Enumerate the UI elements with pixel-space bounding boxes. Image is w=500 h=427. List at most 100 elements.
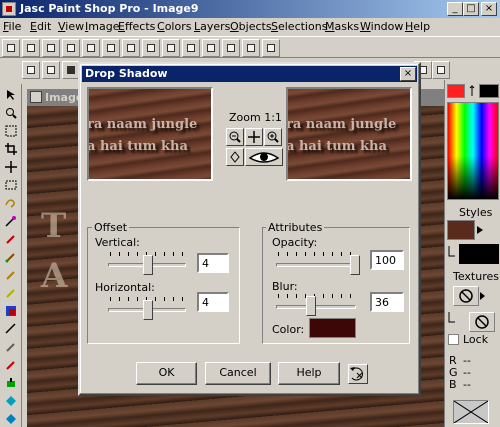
magic-wand-tool-icon[interactable]	[2, 212, 20, 229]
crop-tool-icon[interactable]	[2, 140, 20, 157]
clone-brush-tool-icon[interactable]	[2, 266, 20, 283]
texture-none-button[interactable]	[453, 286, 479, 306]
flood-fill-tool-icon[interactable]	[2, 392, 20, 409]
toolbar-grid-icon[interactable]	[262, 39, 280, 57]
shadow-color-swatch[interactable]	[309, 318, 356, 338]
toolbar-tablet-icon[interactable]	[202, 39, 220, 57]
result-preview[interactable]: ra naam jungle a hai tum kha	[286, 87, 412, 181]
airbrush-tool-icon[interactable]	[2, 374, 20, 391]
menu-image[interactable]: Image	[85, 20, 119, 33]
background-style-swatch[interactable]	[459, 244, 499, 264]
arrow-tool-icon[interactable]	[2, 86, 20, 103]
canvas-text-line-1: T	[41, 206, 67, 246]
source-preview-line-1: ra naam jungle	[87, 117, 198, 132]
close-button[interactable]: ×	[481, 2, 497, 16]
pan-icon[interactable]	[245, 128, 263, 146]
menu-file[interactable]: File	[3, 20, 21, 33]
toolbar-record-icon[interactable]	[222, 39, 240, 57]
toolbar-palette-icon[interactable]	[2, 39, 20, 57]
dialog-close-button[interactable]: ×	[400, 67, 416, 81]
toolbar-trash-icon[interactable]	[22, 39, 40, 57]
background-swatch[interactable]	[479, 84, 499, 98]
toolbar-extra-icon-2[interactable]	[432, 61, 450, 79]
color-label: Color:	[272, 323, 305, 336]
toolbar-script-icon[interactable]	[142, 39, 160, 57]
toolbar-layers-icon[interactable]	[42, 39, 60, 57]
style-swatch[interactable]	[447, 220, 475, 240]
source-preview[interactable]: ra naam jungle a hai tum kha	[87, 87, 213, 181]
menu-edit[interactable]: Edit	[30, 20, 51, 33]
toolbar-tool-options-icon[interactable]	[102, 39, 120, 57]
vertical-field[interactable]: 4	[197, 253, 229, 273]
color-picker[interactable]	[447, 102, 499, 200]
lock-checkbox[interactable]	[448, 334, 459, 345]
open-file-icon[interactable]	[42, 61, 60, 79]
app-titlebar: Jasc Paint Shop Pro - Image9 _ □ ×	[0, 0, 500, 18]
texture-dropdown-icon[interactable]	[479, 290, 487, 302]
blur-slider-thumb[interactable]	[306, 296, 316, 316]
horizontal-slider-thumb[interactable]	[143, 300, 153, 320]
picture-tube-tool-icon[interactable]	[2, 356, 20, 373]
menu-window[interactable]: Window	[360, 20, 403, 33]
lock-label: Lock	[463, 333, 489, 346]
new-file-icon[interactable]	[22, 61, 40, 79]
selection-tool-icon[interactable]	[2, 176, 20, 193]
zoom-out-icon[interactable]	[226, 128, 244, 146]
opacity-field[interactable]: 100	[370, 250, 404, 270]
mover-tool-icon[interactable]	[2, 158, 20, 175]
zoom-tool-icon[interactable]	[2, 104, 20, 121]
blur-field[interactable]: 36	[370, 292, 404, 312]
zoom-in-icon[interactable]	[264, 128, 282, 146]
toolbar-browse-icon[interactable]	[162, 39, 180, 57]
background-texture-none-button[interactable]	[469, 312, 495, 332]
help-button[interactable]: Help	[278, 362, 340, 385]
cancel-button[interactable]: Cancel	[205, 362, 271, 385]
opacity-slider-track[interactable]	[276, 263, 356, 267]
swap-colors-icon[interactable]	[469, 84, 475, 98]
auto-proof-eye-icon[interactable]	[245, 148, 283, 166]
blur-label: Blur:	[272, 280, 298, 293]
minimize-button[interactable]: _	[447, 2, 463, 16]
toolbar-image-icon[interactable]	[182, 39, 200, 57]
locate-icon[interactable]	[226, 148, 244, 166]
blue-value: --	[463, 378, 471, 391]
swap-styles-icon[interactable]	[447, 244, 457, 260]
blue-label: B	[449, 378, 457, 391]
swap-textures-icon[interactable]	[447, 310, 457, 326]
blur-slider-track[interactable]	[276, 305, 356, 309]
source-preview-line-2: a hai tum kha	[87, 139, 188, 154]
menu-colors[interactable]: Colors	[157, 20, 191, 33]
deform-tool-icon[interactable]	[2, 122, 20, 139]
toolbar-run-icon[interactable]	[242, 39, 260, 57]
horizontal-field[interactable]: 4	[197, 292, 229, 312]
style-dropdown-icon[interactable]	[475, 220, 485, 240]
foreground-swatch[interactable]	[447, 84, 465, 98]
scratch-remover-tool-icon[interactable]	[2, 320, 20, 337]
toolbar-histogram-icon[interactable]	[62, 39, 80, 57]
menu-effects[interactable]: Effects	[118, 20, 155, 33]
color-replacer-tool-icon[interactable]	[2, 284, 20, 301]
menu-help[interactable]: Help	[405, 20, 430, 33]
menu-view[interactable]: View	[58, 20, 84, 33]
vertical-slider-thumb[interactable]	[143, 255, 153, 275]
opacity-slider-thumb[interactable]	[350, 255, 360, 275]
paintbrush-tool-icon[interactable]	[2, 248, 20, 265]
ok-button[interactable]: OK	[136, 362, 197, 385]
toolbar-color-icon[interactable]	[122, 39, 140, 57]
menu-layers[interactable]: Layers	[194, 20, 230, 33]
opacity-slider-ticks	[278, 252, 353, 256]
canvas-text-line-2: A	[41, 256, 68, 296]
freehand-tool-icon[interactable]	[2, 194, 20, 211]
menu-selections[interactable]: Selections	[271, 20, 327, 33]
menu-masks[interactable]: Masks	[325, 20, 359, 33]
menu-objects[interactable]: Objects	[230, 20, 272, 33]
color-palette: Styles Textures Lock R -- G -- B --	[444, 80, 500, 427]
maximize-button[interactable]: □	[463, 2, 479, 16]
toolbar-overview-icon[interactable]	[82, 39, 100, 57]
image-window-icon	[30, 91, 42, 103]
reset-defaults-icon[interactable]	[348, 364, 368, 384]
retouch-tool-icon[interactable]	[2, 302, 20, 319]
dropper-tool-icon[interactable]	[2, 230, 20, 247]
eraser-tool-icon[interactable]	[2, 338, 20, 355]
text-tool-icon[interactable]	[2, 410, 20, 427]
